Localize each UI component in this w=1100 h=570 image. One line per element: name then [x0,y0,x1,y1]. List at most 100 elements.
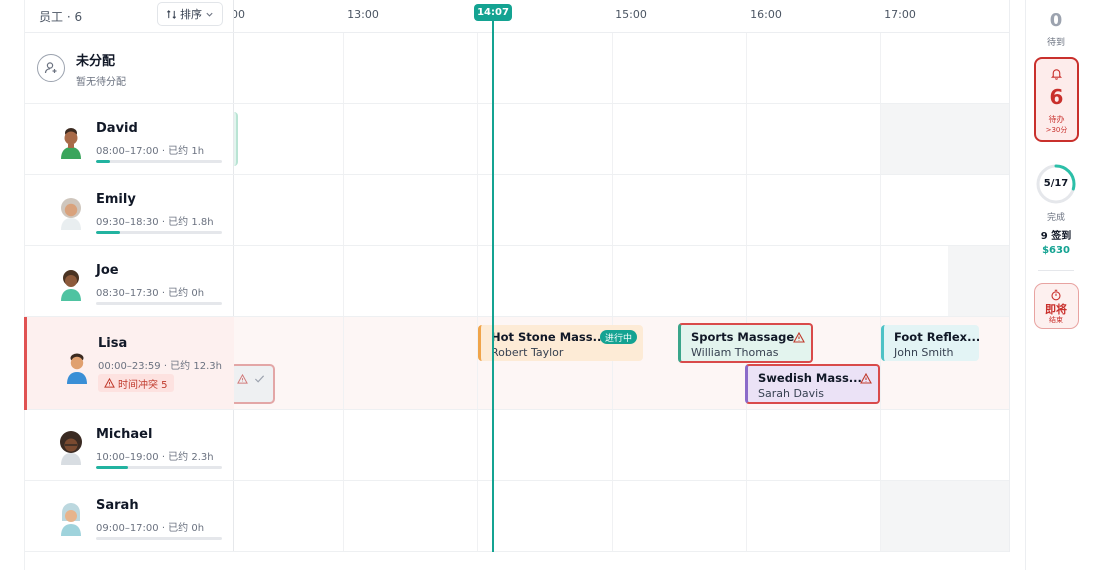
staff-row-david[interactable]: David 08:00–17:00 · 已约 1h [25,104,234,175]
todo-sub: >30分 [1045,126,1068,134]
staff-row-michael[interactable]: Michael 10:00–19:00 · 已约 2.3h [25,410,234,481]
checked-in-count: 9 签到 [1040,231,1072,242]
summary-sidebar: 0 待到 6 待办 >30分 5/17 完成 9 签到 $630 即将 结束 [1025,0,1100,570]
appointment-client: John Smith [894,346,954,359]
appointment-client: Sarah Davis [758,387,824,400]
staff-name: Sarah [96,498,139,513]
stopwatch-icon [1051,289,1061,301]
warning-icon [237,374,248,384]
grid-line [343,33,344,552]
staff-hours: 00:00–23:59 · 已约 12.3h [98,361,222,372]
grid-row-line [234,103,1009,104]
staff-name: David [96,121,138,136]
staff-name: Emily [96,192,136,207]
appointment-block[interactable] [234,364,275,404]
unassigned-subtitle: 暂无待分配 [76,77,126,88]
unavailable-block [881,481,1009,552]
appointment-client: Robert Taylor [491,346,564,359]
sort-label: 排序 [180,8,202,21]
staff-row-joe[interactable]: Joe 08:30–17:30 · 已约 0h [25,246,234,317]
add-user-icon [37,54,65,82]
schedule-app: 员工 · 6 排序 未分配 暂无待分配 David 08:00–17:00 · … [0,0,1100,570]
appointment-foot-reflexology[interactable]: Foot Reflex... John Smith [881,325,979,361]
bell-icon [1050,69,1063,80]
current-time-badge: 14:07 [474,4,512,21]
appointment-service: Sports Massage [691,330,795,344]
grid-line [612,33,613,552]
warning-icon [104,378,115,388]
grid-line [477,33,478,552]
staff-hours: 09:00–17:00 · 已约 0h [96,523,205,534]
hour-label: 13:00 [347,8,379,21]
timeline-grid[interactable]: 00 13:00 15:00 16:00 17:00 Hot Stone Mas… [234,0,1010,552]
booking-progress-bar [96,537,222,540]
appointment-service: Foot Reflex... [894,330,979,344]
chevron-down-icon [206,12,213,17]
appointment-client: William Thomas [691,346,779,359]
grid-row-line [234,551,1009,552]
todo-card[interactable]: 6 待办 >30分 [1034,57,1079,142]
staff-name: Joe [96,263,119,278]
avatar [61,503,81,536]
waiting-count: 0 [1049,10,1063,31]
unavailable-block [881,104,1009,175]
staff-count-title: 员工 · 6 [39,10,83,24]
staff-hours: 09:30–18:30 · 已约 1.8h [96,217,214,228]
warning-icon [860,373,872,384]
grid-row-line [234,245,1009,246]
sidebar-divider [1038,270,1074,271]
staff-column: 员工 · 6 排序 未分配 暂无待分配 David 08:00–17:00 · … [24,0,234,552]
waiting-label: 待到 [1046,38,1065,48]
hour-label: 00 [234,8,245,21]
avatar [61,270,81,301]
appointment-swedish-massage[interactable]: Swedish Mass... Sarah Davis [745,364,880,404]
sort-icon [167,9,176,19]
ending-soon-sub: 结束 [1049,316,1063,324]
sort-button[interactable]: 排序 [157,2,223,26]
appointment-sports-massage[interactable]: Sports Massage William Thomas [678,323,813,363]
grid-row-line [234,316,1009,317]
grid-line [746,33,747,552]
in-progress-badge: 进行中 [600,330,638,344]
grid-row-line [234,174,1009,175]
hour-label: 17:00 [884,8,916,21]
unassigned-title: 未分配 [76,54,116,69]
timeline-header: 00 13:00 15:00 16:00 17:00 [234,0,1009,33]
booking-progress-bar [96,160,222,163]
staff-hours: 08:00–17:00 · 已约 1h [96,146,205,157]
warning-icon [793,332,805,343]
staff-row-emily[interactable]: Emily 09:30–18:30 · 已约 1.8h [25,175,234,246]
check-icon [254,375,265,383]
current-time-line [492,14,494,552]
staff-row-lisa[interactable]: Lisa 00:00–23:59 · 已约 12.3h 时间冲突 5 [24,317,234,410]
appointment-service: Hot Stone Mass... [491,330,606,344]
booking-progress-bar [96,466,222,469]
avatar [60,431,82,465]
staff-header: 员工 · 6 排序 [25,0,234,33]
staff-row-sarah[interactable]: Sarah 09:00–17:00 · 已约 0h [25,481,234,552]
grid-row-line [234,409,1009,410]
hour-label: 16:00 [750,8,782,21]
unassigned-row[interactable]: 未分配 暂无待分配 [25,33,234,104]
conflict-accent [24,317,27,410]
staff-name: Michael [96,427,153,442]
grid-row-line [234,480,1009,481]
appointment-hot-stone[interactable]: Hot Stone Mass... Robert Taylor 进行中 [478,325,643,361]
hour-label: 15:00 [615,8,647,21]
conflict-badge[interactable]: 时间冲突 5 [98,374,174,392]
booking-progress-bar [96,231,222,234]
avatar [67,353,87,384]
avatar [61,128,81,159]
completion-label: 完成 [1046,213,1065,223]
revenue-total: $630 [1042,245,1070,256]
appointment-block[interactable] [234,112,238,166]
todo-label: 待办 [1048,115,1065,124]
grid-line [880,33,881,552]
left-gutter [0,0,25,570]
unavailable-block [948,246,1009,317]
staff-hours: 08:30–17:30 · 已约 0h [96,288,205,299]
staff-name: Lisa [98,336,128,351]
staff-hours: 10:00–19:00 · 已约 2.3h [96,452,214,463]
conflict-text: 时间冲突 5 [118,379,168,391]
ending-soon-card[interactable]: 即将 结束 [1034,283,1079,329]
